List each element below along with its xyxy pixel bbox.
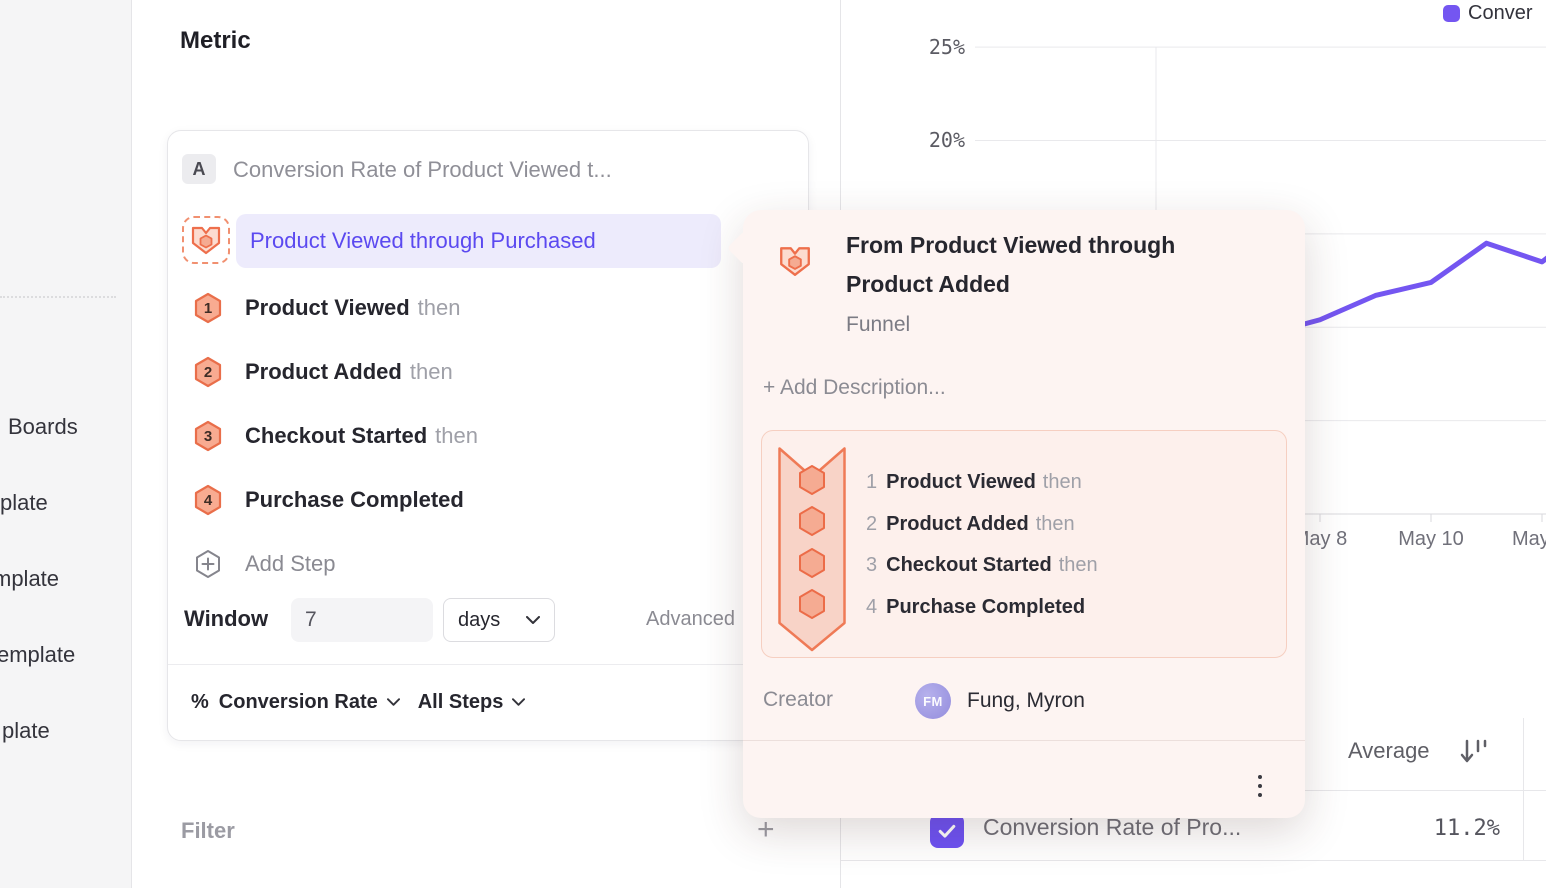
add-step-icon	[193, 548, 223, 580]
sidebar-item-template-4[interactable]: plate	[2, 718, 50, 744]
step-3-hex-badge: 3	[193, 420, 223, 452]
popover-title: From Product Viewed through Product Adde…	[846, 226, 1211, 304]
card-divider	[168, 664, 808, 665]
creator-name: Fung, Myron	[967, 689, 1085, 713]
creator-label: Creator	[763, 688, 833, 712]
measure-dropdown[interactable]: Conversion Rate	[219, 691, 400, 714]
more-options-button[interactable]	[1249, 771, 1271, 801]
sidebar: Boards plate mplate emplate plate	[0, 0, 132, 888]
popover-step-2: 2Product Addedthen	[866, 504, 1098, 546]
add-step-label: Add Step	[245, 551, 336, 577]
metric-section-heading: Metric	[180, 27, 251, 55]
metric-card: A Conversion Rate of Product Viewed t...…	[167, 130, 809, 741]
advanced-link[interactable]: Advanced	[646, 608, 735, 631]
chevron-down-icon	[512, 698, 525, 706]
sort-desc-icon[interactable]	[1458, 736, 1488, 766]
steps-scope-dropdown[interactable]: All Steps	[418, 691, 526, 714]
table-row-name[interactable]: Conversion Rate of Pro...	[983, 814, 1241, 841]
x-axis-tick-label: May	[1512, 528, 1546, 551]
popover-divider	[743, 740, 1305, 741]
sidebar-item-template-2[interactable]: mplate	[0, 566, 59, 592]
percent-symbol: %	[191, 691, 209, 714]
funnel-step-row-2[interactable]: 2 Product Addedthen	[193, 352, 453, 392]
creator-avatar: FM	[915, 683, 951, 719]
popover-type-label: Funnel	[846, 313, 910, 337]
window-label: Window	[184, 606, 268, 632]
popover-funnel-icon	[777, 243, 813, 284]
funnel-step-row-1[interactable]: 1 Product Viewedthen	[193, 288, 460, 328]
chevron-down-icon	[526, 616, 540, 624]
popover-step-1: 1Product Viewedthen	[866, 462, 1098, 504]
step-3-name: Checkout Startedthen	[245, 423, 478, 449]
add-step-button[interactable]: Add Step	[193, 544, 336, 584]
step-2-hex-badge: 2	[193, 356, 223, 388]
sidebar-item-template-3[interactable]: emplate	[0, 642, 75, 668]
popover-step-list: 1Product Viewedthen 2Product Addedthen 3…	[866, 462, 1098, 628]
funnel-icon	[189, 223, 223, 257]
popover-step-4: 4Purchase Completed	[866, 587, 1098, 629]
x-axis-tick-label: May 10	[1398, 528, 1464, 551]
column-header-average[interactable]: Average	[1348, 738, 1430, 764]
sidebar-separator	[0, 296, 116, 298]
sidebar-item-template-1[interactable]: plate	[0, 490, 48, 516]
popover-step-3: 3Checkout Startedthen	[866, 545, 1098, 587]
table-row-border	[841, 860, 1546, 861]
add-filter-button[interactable]: +	[757, 820, 775, 840]
selected-step-pill[interactable]: Product Viewed through Purchased	[236, 214, 721, 268]
funnel-step-row-4[interactable]: 4 Purchase Completed	[193, 480, 464, 520]
series-badge: A	[182, 154, 216, 184]
checkmark-icon	[936, 820, 958, 842]
add-description-link[interactable]: + Add Description...	[763, 376, 946, 400]
series-checkbox[interactable]	[930, 814, 964, 848]
step-4-hex-badge: 4	[193, 484, 223, 516]
table-column-divider	[1523, 718, 1524, 860]
popover-funnel-card: 1Product Viewedthen 2Product Addedthen 3…	[761, 430, 1287, 658]
app-window: Boards plate mplate emplate plate Metric…	[0, 0, 1546, 888]
funnel-details-popover: From Product Viewed through Product Adde…	[743, 210, 1305, 818]
chevron-down-icon	[387, 698, 400, 706]
step-4-name: Purchase Completed	[245, 487, 464, 513]
funnel-ribbon-icon	[778, 447, 846, 652]
window-unit-value: days	[458, 609, 500, 632]
series-title[interactable]: Conversion Rate of Product Viewed t...	[233, 157, 612, 183]
step-1-hex-badge: 1	[193, 292, 223, 324]
table-row-average: 11.2%	[1330, 816, 1500, 841]
sidebar-item-boards[interactable]: Boards	[8, 414, 78, 440]
step-1-name: Product Viewedthen	[245, 295, 460, 321]
funnel-step-row-3[interactable]: 3 Checkout Startedthen	[193, 416, 478, 456]
measure-footer: % Conversion Rate All Steps	[191, 686, 525, 718]
window-unit-select[interactable]: days	[443, 598, 555, 642]
filter-section-heading: Filter	[181, 818, 235, 844]
funnel-step-selected-icon[interactable]	[182, 216, 230, 264]
window-value-input[interactable]	[291, 598, 433, 642]
step-2-name: Product Addedthen	[245, 359, 453, 385]
